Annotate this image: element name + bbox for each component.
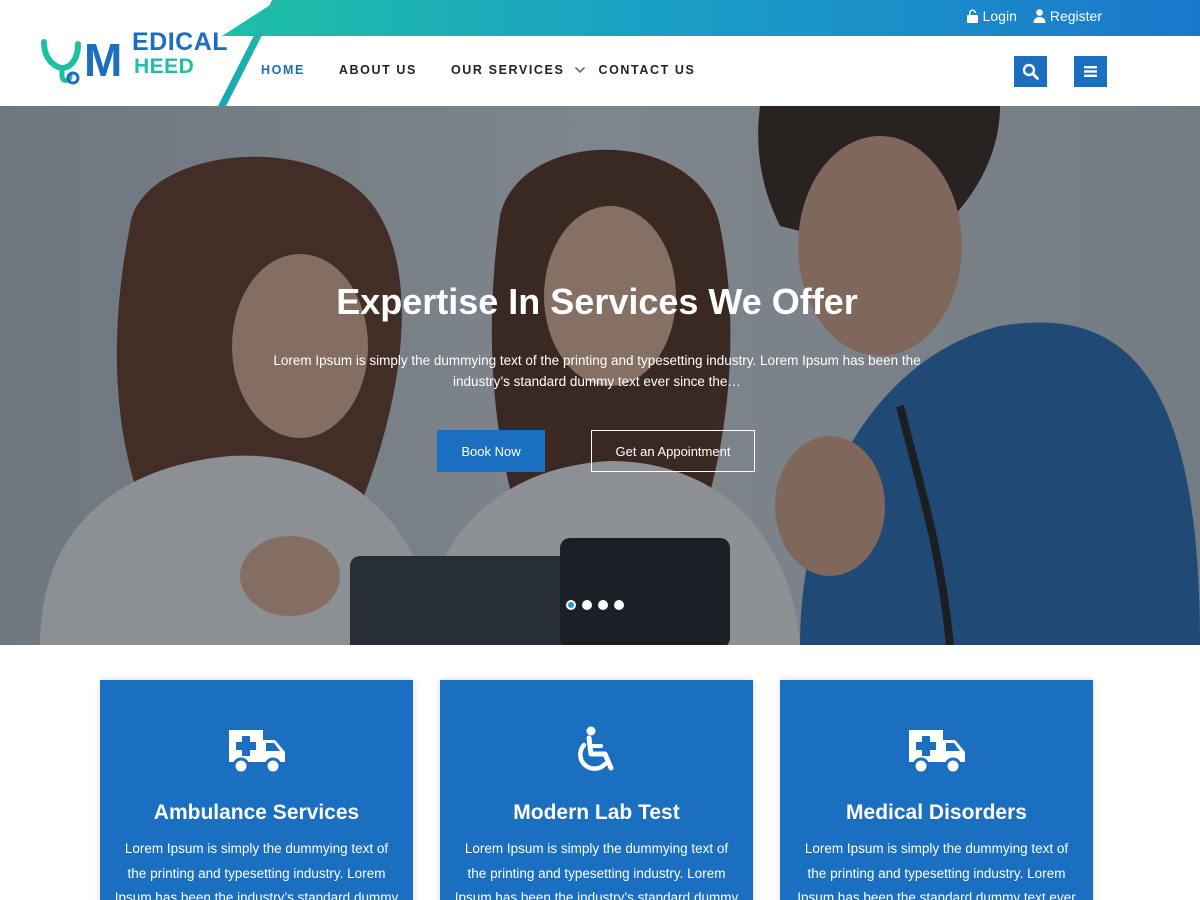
- register-label[interactable]: Register: [1050, 8, 1102, 24]
- menu-button[interactable]: [1074, 56, 1107, 87]
- nav-item-contact-us[interactable]: CONTACT US: [598, 63, 695, 77]
- hero-title: Expertise In Services We Offer: [336, 281, 858, 322]
- login-link[interactable]: Login: [966, 8, 1017, 24]
- service-card-lab-test[interactable]: Modern Lab Test Lorem Ipsum is simply th…: [440, 680, 753, 900]
- get-appointment-button[interactable]: Get an Appointment: [591, 430, 755, 472]
- lock-icon: [966, 9, 978, 23]
- services-section: Ambulance Services Lorem Ipsum is simply…: [100, 680, 1094, 900]
- nav-label[interactable]: HOME: [261, 63, 305, 77]
- nav-item-home[interactable]: HOME: [261, 63, 305, 77]
- search-icon: [1022, 63, 1039, 80]
- book-now-button[interactable]: Book Now: [437, 430, 545, 472]
- ambulance-icon: [908, 730, 965, 775]
- login-label[interactable]: Login: [983, 8, 1017, 24]
- chevron-down-icon[interactable]: [574, 66, 586, 74]
- slider-dot-3[interactable]: [598, 600, 608, 610]
- service-title: Ambulance Services: [153, 801, 360, 824]
- register-link[interactable]: Register: [1033, 8, 1102, 24]
- hamburger-menu-icon: [1084, 66, 1097, 77]
- logo-text-medical: EDICAL: [132, 28, 229, 56]
- service-title: Modern Lab Test: [513, 801, 680, 824]
- hero-description: Lorem Ipsum is simply the dummying text …: [273, 353, 921, 389]
- slider-pagination: [566, 600, 624, 610]
- main-nav: HOME ABOUT US OUR SERVICES CONTACT US: [261, 63, 695, 77]
- site-header: Login Register M EDICAL HEED HOME ABOUT …: [0, 0, 1200, 106]
- nav-label[interactable]: CONTACT US: [598, 63, 695, 77]
- slider-dot-4[interactable]: [614, 600, 624, 610]
- search-button[interactable]: [1014, 56, 1047, 87]
- nav-label[interactable]: ABOUT US: [339, 63, 417, 77]
- user-icon: [1033, 9, 1046, 23]
- service-description: Lorem Ipsum is simply the dummying text …: [454, 841, 739, 900]
- wheelchair-icon: [577, 726, 613, 771]
- logo-text-sheed: HEED: [134, 55, 195, 78]
- stethoscope-logo-icon: M: [41, 34, 122, 86]
- ambulance-icon: [228, 730, 285, 775]
- service-description: Lorem Ipsum is simply the dummying text …: [114, 841, 399, 900]
- nav-item-about-us[interactable]: ABOUT US: [339, 63, 417, 77]
- slider-dot-1[interactable]: [566, 600, 576, 610]
- hero-slider: Expertise In Services We Offer Lorem Ips…: [0, 106, 1200, 645]
- nav-item-our-services[interactable]: OUR SERVICES: [451, 63, 586, 77]
- account-links: Login Register: [966, 8, 1102, 24]
- service-card-ambulance[interactable]: Ambulance Services Lorem Ipsum is simply…: [100, 680, 413, 900]
- svg-text:M: M: [84, 34, 122, 86]
- service-description: Lorem Ipsum is simply the dummying text …: [797, 841, 1076, 900]
- slider-dot-2[interactable]: [582, 600, 592, 610]
- nav-label[interactable]: OUR SERVICES: [451, 63, 564, 77]
- site-logo[interactable]: M EDICAL HEED: [40, 28, 228, 86]
- service-card-medical-disorders[interactable]: Medical Disorders Lorem Ipsum is simply …: [780, 680, 1093, 900]
- service-title: Medical Disorders: [846, 801, 1027, 824]
